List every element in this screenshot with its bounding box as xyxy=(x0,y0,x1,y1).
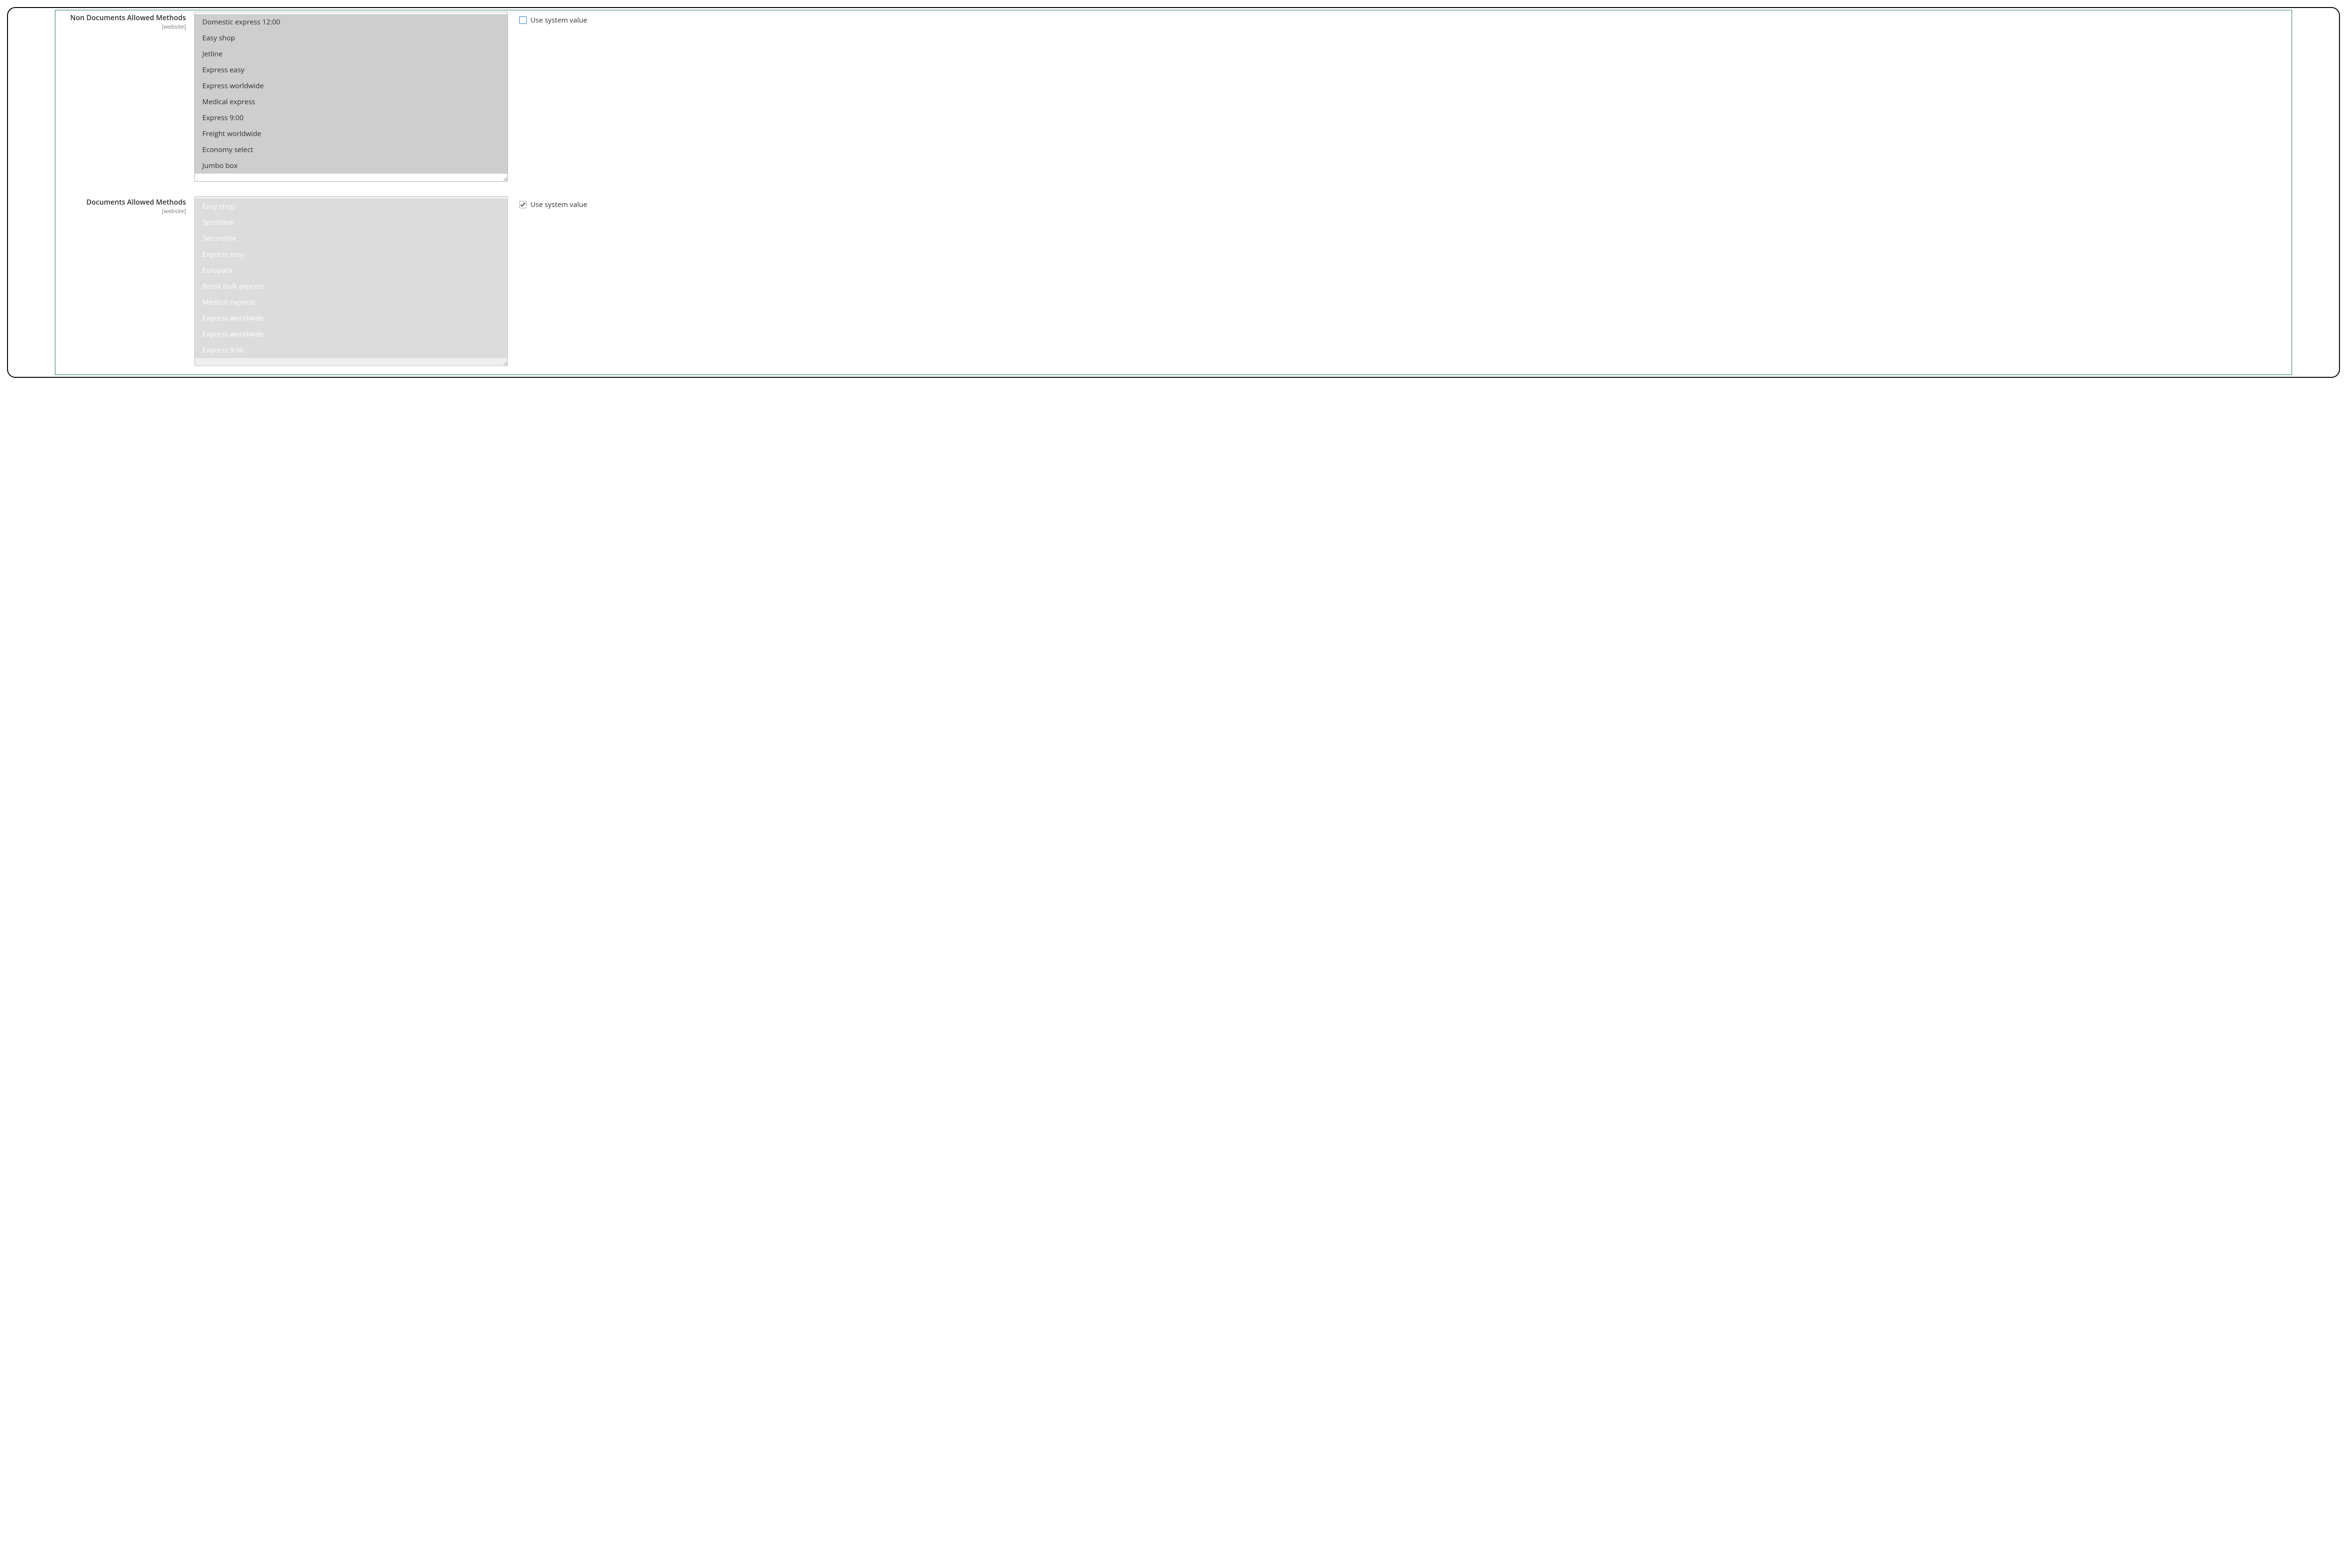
option[interactable]: Domestic express 12:00 xyxy=(195,14,507,30)
option: Secureline xyxy=(195,230,507,246)
field-row-nondoc: Non Documents Allowed Methods [website] … xyxy=(55,10,2292,195)
option[interactable]: Jetline xyxy=(195,46,507,62)
field-row-doc: Documents Allowed Methods [website] Easy… xyxy=(55,195,2292,366)
option[interactable]: Express easy xyxy=(195,62,507,78)
label-nondoc: Non Documents Allowed Methods xyxy=(55,14,186,23)
option[interactable]: Medical express xyxy=(195,94,507,110)
label-col-nondoc: Non Documents Allowed Methods [website] xyxy=(55,12,194,31)
checkbox-use-system-nondoc[interactable] xyxy=(519,16,527,24)
option[interactable]: Express worldwide xyxy=(195,78,507,94)
scope-nondoc: [website] xyxy=(55,23,186,31)
label-doc: Documents Allowed Methods xyxy=(55,198,186,207)
option: Break bulk express xyxy=(195,278,507,294)
multiselect-nondoc[interactable]: Domestic express 12:00Easy shopJetlineEx… xyxy=(194,12,508,182)
option[interactable]: Express 9:00 xyxy=(195,110,507,126)
option: Express worldwide xyxy=(195,326,507,342)
outer-frame: Non Documents Allowed Methods [website] … xyxy=(7,7,2340,378)
option: Medical express xyxy=(195,294,507,310)
extra-col-doc: Use system value xyxy=(508,196,587,209)
option[interactable]: Easy shop xyxy=(195,30,507,46)
config-panel: Non Documents Allowed Methods [website] … xyxy=(55,10,2292,375)
option: Europack xyxy=(195,262,507,278)
option: Easy shop xyxy=(195,199,507,214)
control-col-nondoc: Domestic express 12:00Easy shopJetlineEx… xyxy=(194,12,508,182)
scope-doc: [website] xyxy=(55,207,186,215)
multiselect-doc: Easy shopSprintlineSecurelineExpress eas… xyxy=(194,196,508,366)
checkbox-label-nondoc[interactable]: Use system value xyxy=(530,15,587,25)
option: Express easy xyxy=(195,246,507,262)
option[interactable]: Economy select xyxy=(195,142,507,158)
extra-col-nondoc: Use system value xyxy=(508,12,587,25)
option[interactable]: Jumbo box xyxy=(195,158,507,174)
label-col-doc: Documents Allowed Methods [website] xyxy=(55,196,194,215)
option[interactable]: Freight worldwide xyxy=(195,126,507,142)
checkbox-use-system-doc[interactable] xyxy=(519,201,527,208)
option: Express worldwide xyxy=(195,310,507,326)
option: Sprintline xyxy=(195,214,507,230)
option: Express 9:00 xyxy=(195,342,507,358)
checkbox-label-doc[interactable]: Use system value xyxy=(530,200,587,209)
control-col-doc: Easy shopSprintlineSecurelineExpress eas… xyxy=(194,196,508,366)
